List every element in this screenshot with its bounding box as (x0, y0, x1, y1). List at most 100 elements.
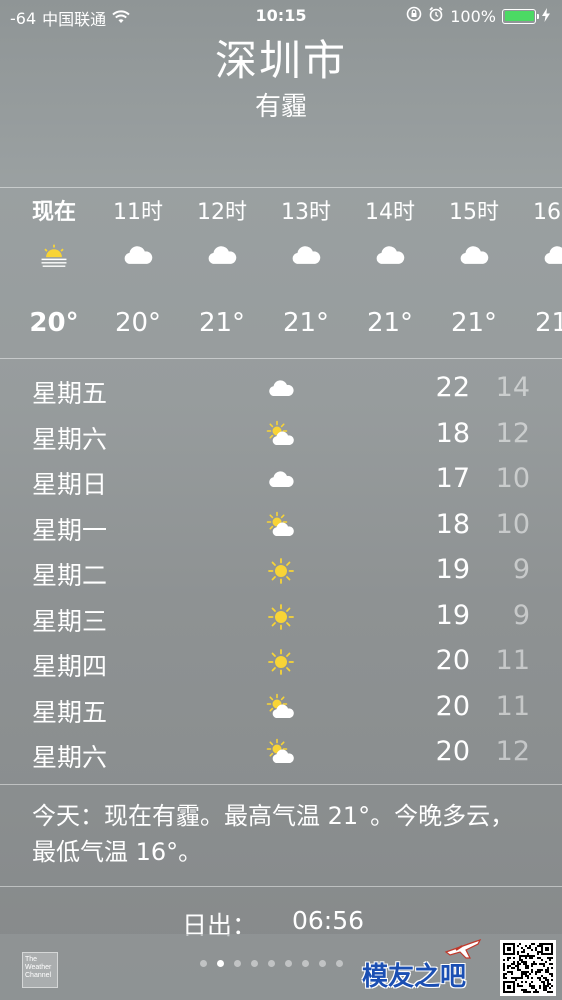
daily-row: 星期五 20 11 (0, 685, 562, 731)
hourly-item: 11时 20° (96, 188, 180, 358)
watermark-text: 模友之吧 (362, 962, 467, 992)
hour-label: 12时 (197, 200, 247, 225)
day-name: 星期二 (32, 561, 108, 590)
hour-label: 14时 (365, 200, 415, 225)
day-name: 星期一 (32, 515, 108, 545)
partly-cloudy-icon (266, 693, 296, 723)
day-name: 星期五 (32, 697, 108, 727)
hour-label: 13时 (281, 200, 331, 225)
sunrise-time: 06:56 (292, 906, 365, 935)
day-name: 星期三 (32, 606, 108, 636)
day-high-temp: 22 (435, 372, 470, 403)
day-high-temp: 18 (435, 417, 470, 449)
hour-temp: 21° (282, 308, 330, 338)
current-condition: 有霾 (254, 92, 307, 122)
hourly-item: 12时 21° (180, 188, 264, 358)
hour-temp: 21° (366, 308, 414, 338)
page-dot[interactable] (200, 960, 207, 967)
cloud-icon (266, 374, 296, 404)
page-indicator[interactable] (200, 960, 343, 967)
hourly-forecast[interactable]: 现在 20° 11时 20° 12时 21° 13时 21° 14时 21° 15时 21° 16时 21… (0, 188, 562, 358)
cloud-icon (264, 228, 348, 308)
day-name: 星期日 (32, 470, 108, 499)
battery-percent: 100% (450, 6, 496, 26)
day-low-temp: 14 (495, 372, 530, 403)
page-dot[interactable] (319, 960, 326, 967)
cloud-icon (516, 228, 562, 308)
page-dot[interactable] (234, 960, 241, 967)
charging-icon (542, 7, 550, 26)
divider (0, 358, 562, 359)
hour-label: 16时 (533, 200, 562, 225)
day-low-temp: 9 (512, 599, 530, 631)
day-low-temp: 11 (495, 645, 530, 676)
haze-icon (12, 228, 96, 308)
day-name: 星期六 (32, 424, 108, 454)
battery-icon (502, 8, 539, 24)
day-high-temp: 19 (435, 554, 470, 585)
daily-row: 星期四 20 11 (0, 639, 562, 685)
page-dot-active[interactable] (217, 960, 224, 967)
page-dot[interactable] (268, 960, 275, 967)
day-low-temp: 10 (495, 463, 530, 494)
cloud-icon (266, 465, 296, 495)
status-bar: -64 中国联通 10:15 100% (0, 0, 562, 32)
sun-icon (266, 602, 296, 632)
page-dot[interactable] (302, 960, 309, 967)
location-header: 深圳市 有霾 (0, 36, 562, 124)
cloud-icon (348, 228, 432, 308)
day-high-temp: 20 (435, 736, 470, 767)
day-name: 星期五 (32, 379, 108, 408)
day-name: 星期四 (32, 652, 108, 681)
page-dot[interactable] (336, 960, 343, 967)
cloud-icon (96, 228, 180, 308)
hourly-item: 13时 21° (264, 188, 348, 358)
hour-temp: 20° (114, 308, 162, 338)
daily-row: 星期二 19 9 (0, 548, 562, 594)
hourly-item: 16时 21° (516, 188, 562, 358)
day-low-temp: 9 (512, 554, 530, 585)
hour-label: 15时 (449, 200, 499, 225)
daily-forecast[interactable]: 星期五 22 14 星期六 18 12 星期日 17 10 星期一 18 10 星期二 19 9 星期三 19 9… (0, 366, 562, 776)
daily-row: 星期六 18 12 (0, 412, 562, 458)
hourly-item: 现在 20° (12, 188, 96, 358)
daily-row: 星期日 17 10 (0, 457, 562, 503)
sun-icon (266, 647, 296, 677)
today-summary: 今天：现在有霾。最高气温 21°。今晚多云，最低气温 16°。 (32, 802, 515, 866)
cloud-icon (432, 228, 516, 308)
page-dot[interactable] (251, 960, 258, 967)
hour-temp: 21° (450, 308, 498, 338)
hour-temp: 21° (198, 308, 246, 338)
divider (0, 886, 562, 887)
city-name: 深圳市 (214, 36, 347, 85)
hourly-item: 15时 21° (432, 188, 516, 358)
day-low-temp: 12 (495, 736, 530, 767)
hour-temp: 21° (534, 308, 562, 338)
bottom-bar: The Weather Channel 模友之吧 (0, 934, 562, 1000)
page-dot[interactable] (285, 960, 292, 967)
watermark: 模友之吧 (358, 938, 488, 998)
partly-cloudy-icon (266, 511, 296, 541)
sun-icon (266, 556, 296, 586)
qr-code (500, 940, 556, 996)
battery-fill (504, 11, 534, 21)
rotation-lock-icon (406, 6, 422, 26)
hour-label: 11时 (113, 200, 163, 225)
weather-channel-logo[interactable]: The Weather Channel (22, 952, 58, 988)
alarm-icon (428, 6, 444, 26)
divider (0, 784, 562, 785)
daily-row: 星期三 19 9 (0, 594, 562, 640)
day-high-temp: 20 (435, 690, 470, 722)
hour-label: 现在 (31, 200, 76, 225)
partly-cloudy-icon (266, 420, 296, 450)
status-right: 100% (406, 6, 550, 26)
daily-row: 星期五 22 14 (0, 366, 562, 412)
hourly-item: 14时 21° (348, 188, 432, 358)
daily-row: 星期六 20 12 (0, 730, 562, 776)
day-name: 星期六 (32, 743, 108, 772)
day-low-temp: 12 (495, 417, 530, 449)
partly-cloudy-icon (266, 738, 296, 768)
daily-row: 星期一 18 10 (0, 503, 562, 549)
day-high-temp: 19 (435, 599, 470, 631)
day-high-temp: 18 (435, 508, 470, 540)
